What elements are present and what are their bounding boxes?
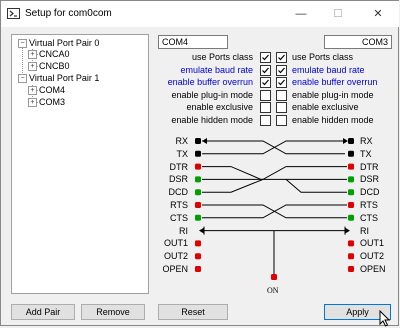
right-pin-label: CTS	[360, 212, 378, 223]
setup-window: Setup for com0com — ☐ ✕ − Virtual Port Pa…	[0, 0, 399, 327]
reset-button[interactable]: Reset	[158, 304, 228, 320]
left-pin-label: RX	[175, 136, 188, 146]
right-pin-dot[interactable]	[348, 176, 354, 183]
left-pin-dot[interactable]	[195, 138, 201, 144]
ri-left-arrow-icon	[199, 227, 204, 234]
right-pin-dot[interactable]	[348, 214, 354, 221]
right-pin-label: TX	[360, 148, 372, 159]
left-pin-label: DCD	[168, 187, 189, 198]
left-pin-dot[interactable]	[195, 163, 201, 170]
left-pin-label: OPEN	[162, 264, 188, 274]
right-pin-dot[interactable]	[348, 240, 354, 247]
left-pin-dot[interactable]	[195, 189, 201, 196]
dtr-dcd-wire	[285, 179, 347, 193]
mouse-cursor-icon	[379, 310, 391, 327]
left-pin-label: TX	[176, 148, 188, 159]
right-pin-dot[interactable]	[348, 253, 354, 260]
right-pin-label: RX	[360, 136, 373, 146]
right-pin-label: DSR	[360, 174, 380, 185]
left-pin-label: RI	[179, 225, 188, 236]
dsr-dtr-wire	[202, 166, 347, 180]
right-pin-dot[interactable]	[348, 202, 354, 208]
rx-right-arrow-icon	[343, 138, 348, 144]
right-pin-label: RI	[360, 225, 369, 236]
dcd-dtr-wire	[202, 178, 264, 193]
right-pin-label: RTS	[360, 200, 378, 210]
left-pin-dot[interactable]	[195, 240, 201, 247]
add-pair-button[interactable]: Add Pair	[11, 304, 75, 320]
right-pin-dot[interactable]	[348, 138, 354, 144]
remove-button[interactable]: Remove	[81, 304, 145, 320]
right-pin-label: OUT2	[360, 251, 385, 262]
left-pin-label: RTS	[170, 200, 188, 210]
left-pin-dot[interactable]	[195, 266, 201, 272]
left-pin-dot[interactable]	[195, 214, 201, 221]
left-pin-dot[interactable]	[195, 150, 201, 157]
left-pin-label: DSR	[168, 174, 188, 185]
rx-left-arrow-icon	[202, 138, 207, 144]
right-pin-label: DTR	[360, 161, 379, 172]
right-pin-dot[interactable]	[348, 150, 354, 157]
left-pin-label: OUT2	[163, 251, 188, 262]
right-pin-label: OUT1	[360, 238, 385, 249]
left-pin-dot[interactable]	[195, 176, 201, 183]
on-label: ON	[267, 286, 279, 295]
left-pin-dot[interactable]	[195, 202, 201, 208]
right-pin-label: OPEN	[360, 264, 386, 274]
right-pin-label: DCD	[360, 187, 380, 198]
left-pin-label: DTR	[169, 161, 189, 172]
right-pin-dot[interactable]	[348, 163, 354, 170]
left-pin-dot[interactable]	[195, 253, 201, 260]
on-dot[interactable]	[271, 274, 277, 280]
left-pin-label: OUT1	[163, 238, 188, 249]
right-pin-dot[interactable]	[348, 189, 354, 196]
pin-wiring-diagram	[195, 138, 354, 280]
ri-right-arrow-icon	[345, 227, 350, 234]
right-pin-dot[interactable]	[348, 266, 354, 272]
left-pin-label: CTS	[170, 212, 188, 223]
tx-rx-wire	[202, 140, 345, 155]
cts-rts-wire	[202, 204, 347, 219]
